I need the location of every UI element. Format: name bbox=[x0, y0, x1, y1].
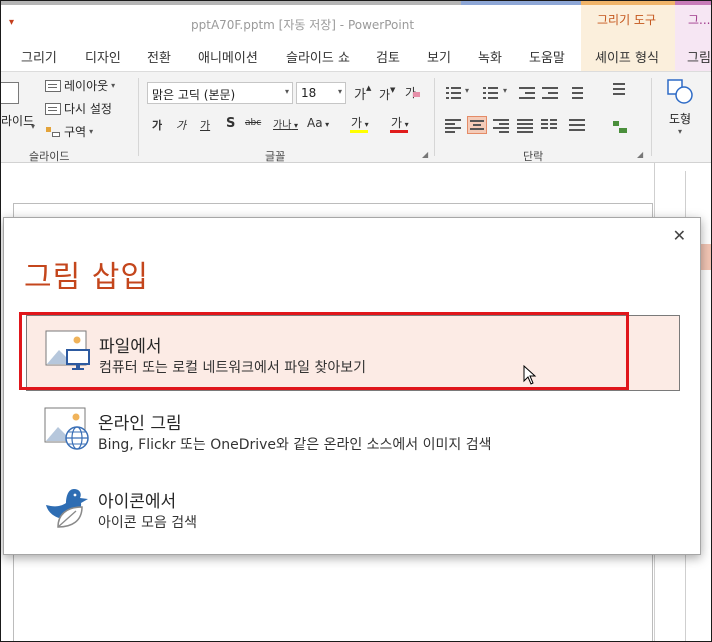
reset-icon bbox=[45, 102, 61, 115]
clear-formatting-button[interactable]: 가 bbox=[405, 84, 421, 101]
context-label-picture-tools: 그... bbox=[688, 13, 711, 27]
highlight-button[interactable]: 가 ▾ bbox=[351, 114, 369, 131]
tab-review[interactable]: 검토 bbox=[376, 47, 400, 66]
font-color-bar bbox=[390, 130, 408, 133]
chevron-down-icon[interactable]: ▾ bbox=[503, 86, 507, 95]
numbering-icon[interactable] bbox=[483, 86, 499, 100]
highlight-color-bar bbox=[350, 130, 368, 133]
chevron-down-icon: ▾ bbox=[89, 127, 94, 136]
paragraph-dialog-launcher-icon[interactable]: ◢ bbox=[637, 150, 643, 159]
reset-label: 다시 설정 bbox=[64, 102, 112, 116]
option-title: 아이콘에서 bbox=[98, 492, 177, 512]
align-left-icon[interactable] bbox=[445, 118, 461, 133]
ribbon: 라이드 ▾ 레이아웃 ▾ 다시 설정 구역 ▾ 슬라이드 맑은 고딕 (본문) … bbox=[1, 71, 711, 163]
decrease-indent-icon[interactable] bbox=[519, 86, 535, 100]
bold-button[interactable]: 가 bbox=[152, 117, 162, 133]
underline-button[interactable]: 가 bbox=[200, 117, 210, 133]
justify-icon[interactable] bbox=[517, 118, 533, 133]
change-case-button[interactable]: Aa ▾ bbox=[307, 116, 329, 130]
italic-button[interactable]: 가 bbox=[176, 117, 186, 133]
text-shadow-button[interactable]: S bbox=[226, 116, 235, 131]
font-size-select[interactable]: 18 ▾ bbox=[296, 82, 346, 104]
close-icon[interactable]: ✕ bbox=[673, 226, 686, 245]
option-title: 온라인 그림 bbox=[98, 414, 182, 434]
strikethrough-button[interactable]: abc bbox=[245, 118, 261, 128]
picture-globe-icon bbox=[44, 407, 90, 451]
ribbon-tabs: 그리기 디자인 전환 애니메이션 슬라이드 쇼 검토 보기 녹화 도움말 셰이프… bbox=[1, 39, 711, 73]
new-slide-button[interactable]: 라이드 bbox=[1, 112, 34, 129]
text-direction-icon[interactable] bbox=[613, 82, 629, 96]
tab-animations[interactable]: 애니메이션 bbox=[198, 47, 258, 66]
layout-label: 레이아웃 bbox=[64, 79, 109, 93]
shapes-icon bbox=[666, 78, 694, 106]
character-spacing-button[interactable]: 가나 ▾ bbox=[273, 116, 298, 131]
dialog-title: 그림 삽입 bbox=[24, 260, 149, 295]
chevron-down-icon: ▾ bbox=[677, 127, 682, 136]
new-slide-icon[interactable] bbox=[1, 82, 19, 104]
layout-button[interactable]: 레이아웃 ▾ bbox=[45, 77, 115, 94]
shrink-font-button[interactable]: 가▼ bbox=[379, 86, 395, 103]
powerpoint-window: ▾ pptA70F.pptm [자동 저장] - PowerPoint 그리기 … bbox=[0, 0, 712, 642]
option-description: 아이콘 모음 검색 bbox=[98, 515, 198, 531]
option-from-file[interactable]: 파일에서 컴퓨터 또는 로컬 네트워크에서 파일 찾아보기 bbox=[26, 315, 680, 391]
font-color-button[interactable]: 가 ▾ bbox=[391, 114, 409, 131]
tab-record[interactable]: 녹화 bbox=[478, 47, 502, 66]
font-size-value: 18 bbox=[301, 86, 317, 100]
quick-access-dropdown-icon[interactable]: ▾ bbox=[9, 17, 14, 28]
bird-leaf-icon bbox=[44, 485, 90, 529]
font-name-value: 맑은 고딕 (본문) bbox=[152, 88, 236, 102]
layout-icon bbox=[45, 79, 61, 92]
chevron-down-icon: ▾ bbox=[111, 81, 116, 90]
tab-shape-format[interactable]: 셰이프 형식 bbox=[595, 47, 659, 66]
option-description: Bing, Flickr 또는 OneDrive와 같은 온라인 소스에서 이미… bbox=[98, 437, 492, 453]
picture-computer-icon bbox=[45, 330, 91, 374]
chevron-down-icon: ▾ bbox=[337, 87, 342, 96]
tab-picture-format[interactable]: 그림 bbox=[687, 47, 711, 66]
align-center-icon[interactable] bbox=[467, 116, 487, 134]
chevron-down-icon: ▾ bbox=[284, 87, 289, 96]
tab-design[interactable]: 디자인 bbox=[85, 47, 121, 66]
option-title: 파일에서 bbox=[99, 337, 162, 357]
insert-picture-dialog: ✕ 그림 삽입 파일에서 컴퓨터 또는 로컬 네트워크에서 파일 찾아보기 온라… bbox=[3, 217, 701, 555]
group-label-font: 글꼴 bbox=[265, 150, 286, 163]
align-text-icon[interactable] bbox=[569, 118, 585, 132]
tab-transitions[interactable]: 전환 bbox=[147, 47, 171, 66]
chevron-down-icon[interactable]: ▾ bbox=[465, 86, 469, 95]
chevron-down-icon[interactable]: ▾ bbox=[31, 122, 35, 131]
grow-font-button[interactable]: 가▲ bbox=[354, 84, 371, 103]
smartart-icon[interactable] bbox=[613, 120, 629, 134]
align-right-icon[interactable] bbox=[493, 118, 509, 133]
tab-slide-show[interactable]: 슬라이드 쇼 bbox=[286, 47, 350, 66]
group-label-slides: 슬라이드 bbox=[29, 150, 70, 163]
font-name-select[interactable]: 맑은 고딕 (본문) ▾ bbox=[147, 82, 293, 104]
tab-view[interactable]: 보기 bbox=[427, 47, 451, 66]
section-label: 구역 bbox=[64, 125, 87, 139]
bullets-icon[interactable] bbox=[446, 86, 462, 100]
section-icon bbox=[45, 126, 61, 138]
reset-button[interactable]: 다시 설정 bbox=[45, 100, 112, 117]
shapes-label: 도형 bbox=[668, 112, 692, 126]
option-from-icons[interactable]: 아이콘에서 아이콘 모음 검색 bbox=[26, 471, 680, 547]
option-description: 컴퓨터 또는 로컬 네트워크에서 파일 찾아보기 bbox=[99, 360, 366, 376]
pane-tab[interactable] bbox=[701, 244, 711, 270]
section-button[interactable]: 구역 ▾ bbox=[45, 123, 93, 140]
option-online-pictures[interactable]: 온라인 그림 Bing, Flickr 또는 OneDrive와 같은 온라인 … bbox=[26, 393, 680, 469]
line-spacing-icon[interactable] bbox=[567, 86, 583, 100]
columns-icon[interactable] bbox=[541, 118, 557, 132]
increase-indent-icon[interactable] bbox=[542, 86, 558, 100]
window-title: pptA70F.pptm [자동 저장] - PowerPoint bbox=[191, 18, 415, 32]
shapes-button[interactable]: 도형 ▾ bbox=[663, 78, 697, 136]
tab-draw[interactable]: 그리기 bbox=[21, 47, 57, 66]
context-label-drawing-tools: 그리기 도구 bbox=[597, 13, 657, 27]
group-label-paragraph: 단락 bbox=[523, 150, 544, 163]
font-dialog-launcher-icon[interactable]: ◢ bbox=[422, 150, 428, 159]
tab-help[interactable]: 도움말 bbox=[529, 47, 565, 66]
mouse-cursor-icon bbox=[523, 364, 537, 385]
